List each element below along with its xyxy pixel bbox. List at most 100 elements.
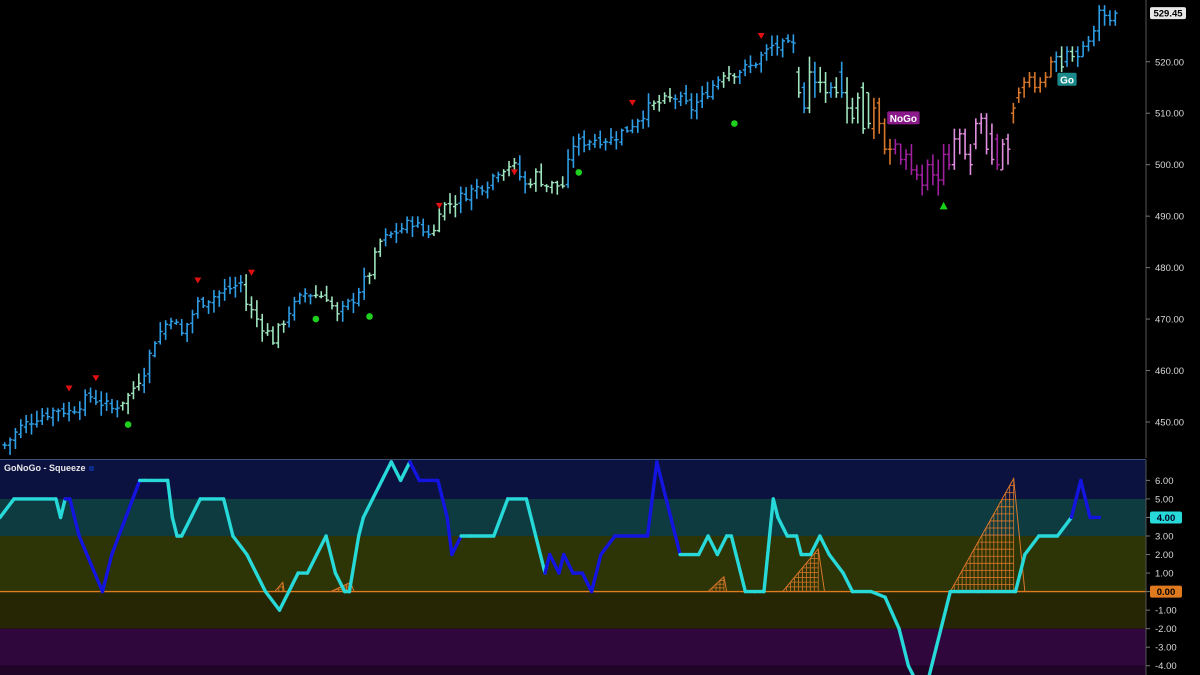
current-value-tag: 4.00 <box>1150 511 1182 524</box>
price-bar <box>592 133 598 148</box>
price-bar <box>930 154 936 186</box>
price-bar <box>1048 56 1054 78</box>
price-bar <box>109 398 115 414</box>
price-bar <box>914 164 920 181</box>
price-bar <box>393 223 399 244</box>
price-bar <box>909 144 914 175</box>
osc-tick-label: -1.00 <box>1155 606 1177 617</box>
price-bar <box>651 100 657 111</box>
price-bar <box>817 66 823 93</box>
price-bar <box>200 296 206 309</box>
price-bar <box>587 139 592 151</box>
price-bar <box>190 309 195 334</box>
price-bar <box>238 275 244 293</box>
price-tick-label: 480.00 <box>1155 263 1184 274</box>
current-value-text: 4.00 <box>1157 513 1176 524</box>
last-price-value: 529.45 <box>1153 9 1183 20</box>
price-bar <box>120 401 126 411</box>
price-bar <box>807 56 812 114</box>
price-bar <box>528 178 533 189</box>
price-tick-label: 510.00 <box>1155 109 1184 120</box>
reversal-down-marker <box>65 385 73 392</box>
price-bar <box>769 35 775 56</box>
price-bar <box>495 171 501 183</box>
price-bar <box>656 94 662 112</box>
price-bar <box>131 381 136 400</box>
price-bar <box>785 34 791 43</box>
price-bar <box>281 320 287 333</box>
price-bar <box>866 91 871 129</box>
price-panel: 450.00 460.00 470.00 480.00 490.00 500.00 510.… <box>2 0 1186 458</box>
price-bar <box>452 195 458 218</box>
price-bar <box>855 92 861 124</box>
price-bar <box>1112 10 1118 26</box>
price-bar <box>157 322 163 345</box>
reversal-down-marker <box>757 33 765 40</box>
countertrend-dot-marker <box>575 169 583 176</box>
panel-title-text: GoNoGo - Squeeze <box>4 463 86 473</box>
price-bar <box>232 276 238 298</box>
price-bar <box>1102 5 1107 26</box>
price-bar <box>978 113 984 134</box>
price-bar <box>399 223 405 234</box>
price-bar <box>211 290 217 313</box>
price-bar <box>479 185 485 196</box>
price-bar <box>1059 46 1065 73</box>
oscillator-zone <box>0 665 1146 675</box>
price-bar <box>442 202 448 221</box>
price-bar <box>1043 72 1048 88</box>
price-bar <box>689 93 694 119</box>
osc-tick-label: -3.00 <box>1155 643 1177 654</box>
price-bar <box>1053 51 1059 73</box>
price-bar <box>66 401 72 422</box>
price-bar <box>554 180 560 195</box>
price-bar <box>147 349 152 384</box>
price-bar <box>286 306 292 328</box>
price-bar <box>935 159 941 196</box>
price-bar <box>839 61 845 98</box>
price-bar <box>1005 133 1011 165</box>
price-bar <box>324 285 330 302</box>
price-bar <box>265 323 270 336</box>
price-bar <box>206 300 211 314</box>
price-bar <box>506 160 512 177</box>
zero-value-tag: 0.00 <box>1150 585 1182 598</box>
price-bar <box>737 70 743 84</box>
price-bar <box>635 118 641 133</box>
price-bar <box>823 72 828 103</box>
reversal-down-marker <box>194 277 202 284</box>
price-bar <box>104 392 110 411</box>
oscillator-zone <box>0 628 1146 666</box>
price-bar <box>882 118 888 155</box>
price-bar <box>973 118 979 150</box>
price-bar <box>447 193 453 214</box>
price-tick-label: 490.00 <box>1155 212 1184 223</box>
price-bar <box>249 296 254 319</box>
price-bar <box>544 184 549 193</box>
price-tick-label: 460.00 <box>1155 366 1184 377</box>
price-bar <box>329 296 335 310</box>
price-bar <box>227 276 233 295</box>
price-bar <box>758 51 764 73</box>
price-bar <box>270 326 276 345</box>
gonogo-chart: 450.00 460.00 470.00 480.00 490.00 500.00 510.… <box>0 0 1186 675</box>
price-bar <box>195 297 201 319</box>
price-bar <box>50 407 56 427</box>
price-bar <box>1016 87 1022 103</box>
price-bar <box>624 126 630 133</box>
reversal-down-marker <box>247 269 255 276</box>
price-bar <box>168 317 174 330</box>
price-bar <box>377 238 383 257</box>
price-bar <box>163 320 169 340</box>
price-bar <box>790 34 796 54</box>
price-bar <box>1000 138 1006 171</box>
price-tick-label: 500.00 <box>1155 160 1184 171</box>
price-bar <box>179 319 185 336</box>
price-bar <box>1037 77 1043 93</box>
price-bar <box>608 128 614 145</box>
price-bar <box>748 55 753 74</box>
price-bar <box>72 406 77 415</box>
osc-tick-label: 3.00 <box>1155 531 1174 542</box>
price-bar <box>576 133 582 156</box>
price-bar <box>876 97 882 134</box>
